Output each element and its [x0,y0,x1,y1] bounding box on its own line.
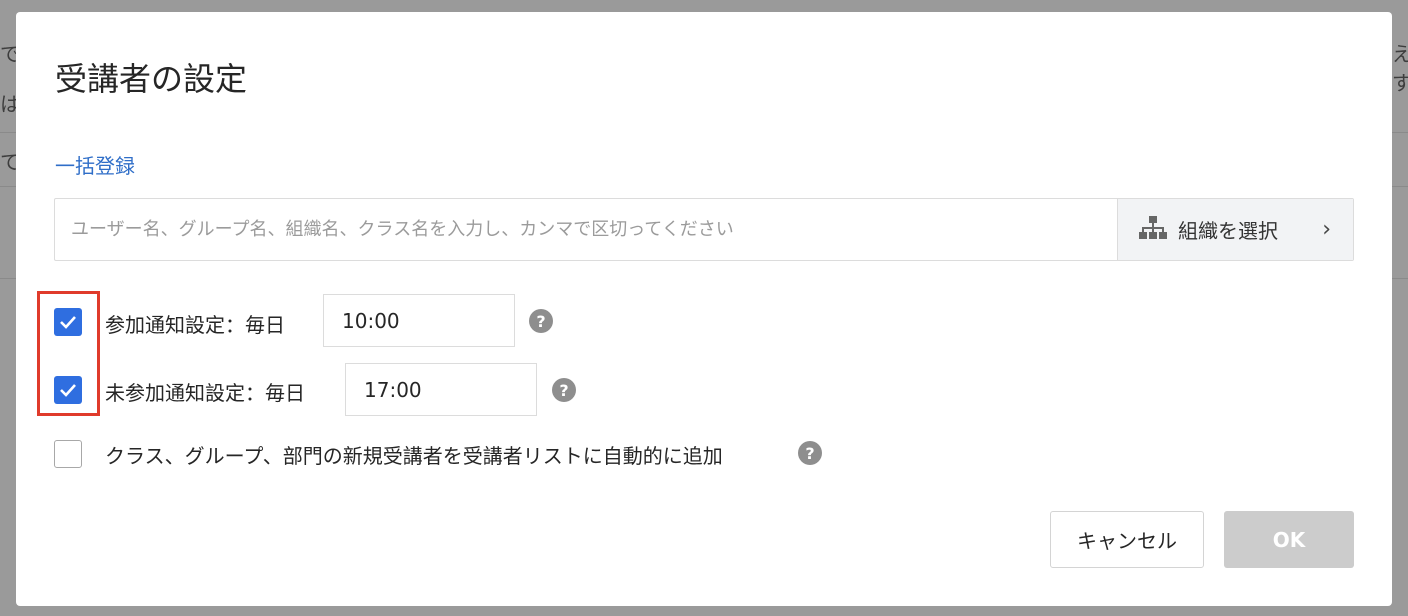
select-organization-label: 組織を選択 [1178,219,1278,243]
auto-add-attendees-label: クラス、グループ、部門の新規受講者を受講者リストに自動的に追加 [105,444,723,468]
background-text: えす [1392,42,1408,95]
not-joined-notification-time-input[interactable]: 17:00 [345,363,537,416]
attendee-settings-dialog: 受講者の設定 一括登録 組織を選択 › [16,12,1392,606]
not-joined-notification-checkbox[interactable] [54,376,82,404]
user-search-field: 組織を選択 › [54,198,1354,261]
help-icon[interactable]: ? [552,378,576,402]
join-notification-time-input[interactable]: 10:00 [323,294,515,347]
not-joined-notification-label: 未参加通知設定：毎日 [105,381,305,405]
join-notification-checkbox[interactable] [54,308,82,336]
join-notification-label: 参加通知設定：毎日 [105,313,285,337]
ok-button[interactable]: OK [1224,511,1354,568]
select-organization-button[interactable]: 組織を選択 › [1117,199,1353,260]
org-chart-icon [1138,214,1168,246]
checkmark-icon [60,384,76,397]
auto-add-attendees-checkbox[interactable] [54,440,82,468]
bulk-register-link[interactable]: 一括登録 [55,150,135,179]
cancel-button[interactable]: キャンセル [1050,511,1204,568]
help-icon[interactable]: ? [529,309,553,333]
user-group-input[interactable] [55,199,1117,260]
dialog-title: 受講者の設定 [55,60,248,98]
checkmark-icon [60,316,76,329]
chevron-right-icon: › [1322,217,1331,242]
help-icon[interactable]: ? [798,441,822,465]
